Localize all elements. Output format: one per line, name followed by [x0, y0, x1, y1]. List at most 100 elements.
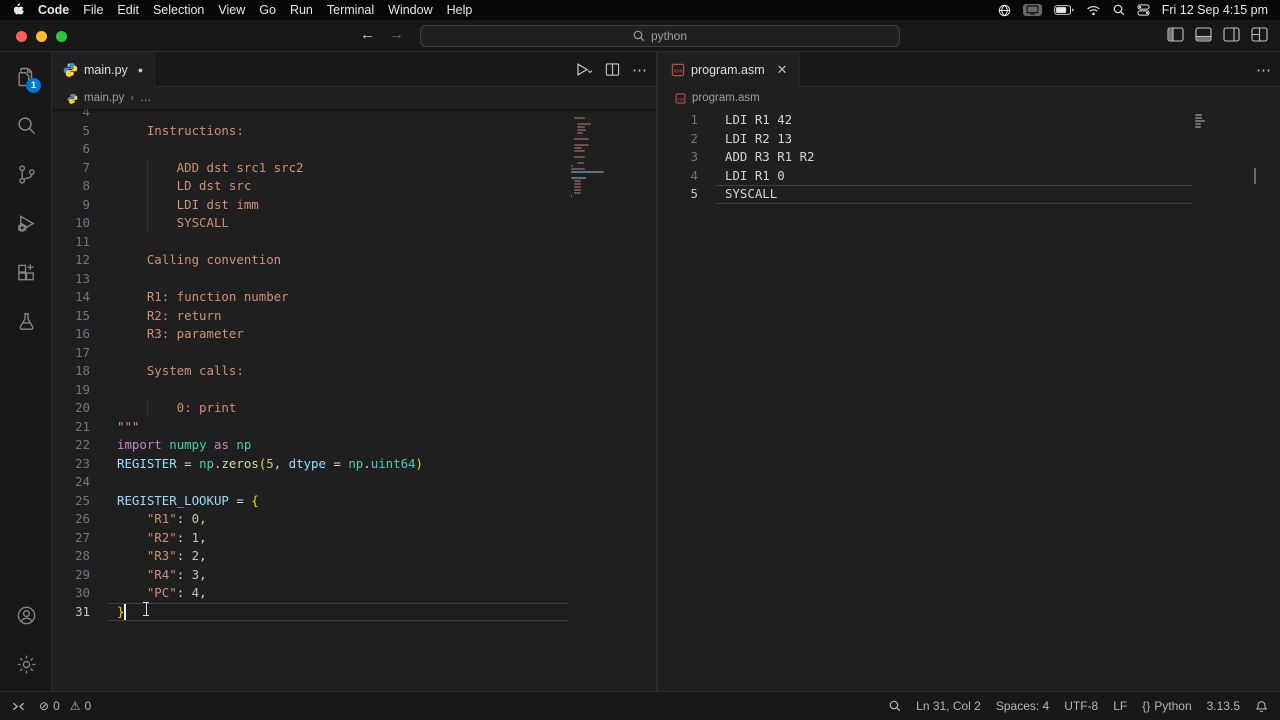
tab-program-asm[interactable]: asm program.asm ✕ — [660, 52, 800, 87]
breadcrumb-right[interactable]: asm program.asm — [660, 87, 1280, 109]
menu-edit[interactable]: Edit — [117, 3, 139, 17]
code-line[interactable]: 15 R2: return — [52, 307, 656, 326]
spotlight-icon[interactable] — [1113, 4, 1125, 16]
more-actions-icon[interactable]: ⋯ — [1256, 61, 1272, 79]
code-line[interactable]: 31} — [52, 602, 656, 621]
settings-button[interactable] — [0, 640, 52, 689]
code-line[interactable]: 13 — [52, 270, 656, 289]
eol-setting[interactable]: LF — [1113, 699, 1127, 713]
menu-view[interactable]: View — [218, 3, 245, 17]
code-line[interactable]: 30 "PC": 4, — [52, 584, 656, 603]
breadcrumb-left[interactable]: main.py › … — [52, 87, 656, 109]
menu-clock[interactable]: Fri 12 Sep 4:15 pm — [1162, 3, 1268, 17]
sidebar-item-run-debug[interactable] — [0, 199, 52, 248]
menu-app[interactable]: Code — [38, 3, 69, 17]
minimap-0[interactable] — [571, 114, 642, 198]
code-line[interactable]: 3 ADD R3 R1 R2 — [660, 148, 1280, 167]
menu-help[interactable]: Help — [447, 3, 473, 17]
sidebar-item-source-control[interactable] — [0, 150, 52, 199]
split-editor-icon[interactable] — [605, 62, 620, 77]
warnings-icon: ⚠ — [69, 699, 81, 713]
code-line[interactable]: 22 import numpy as np — [52, 436, 656, 455]
code-line[interactable]: 23 REGISTER = np.zeros(5, dtype = np.uint… — [52, 455, 656, 474]
more-actions-icon[interactable]: ⋯ — [632, 61, 648, 79]
sidebar-item-explorer[interactable]: 1 — [0, 52, 52, 101]
code-line[interactable]: 2 LDI R2 13 — [660, 130, 1280, 149]
go-forward-button[interactable]: → — [389, 26, 404, 43]
code-line[interactable]: 7 ADD dst src1 src2 — [52, 158, 656, 177]
customize-layout-icon[interactable] — [1251, 27, 1268, 42]
code-line[interactable]: 6 — [52, 140, 656, 159]
breadcrumb-file[interactable]: program.asm — [692, 92, 760, 104]
code-line[interactable]: 20 0: print — [52, 399, 656, 418]
wifi-icon[interactable] — [1086, 5, 1101, 16]
code-line[interactable]: 26 "R1": 0, — [52, 510, 656, 529]
notifications-bell-icon[interactable] — [1255, 700, 1268, 713]
code-line[interactable]: 14 R1: function number — [52, 288, 656, 307]
code-line[interactable]: 1 LDI R1 42 — [660, 111, 1280, 130]
remote-indicator[interactable] — [12, 700, 25, 713]
editor-right-viewport[interactable]: 1 LDI R1 42 2 LDI R2 13 3 ADD R3 R1 R2 4 LDI R1… — [660, 109, 1280, 691]
code-line[interactable]: 17 — [52, 344, 656, 363]
code-line[interactable]: 12 Calling convention — [52, 251, 656, 270]
code-line[interactable]: 9 LDI dst imm — [52, 195, 656, 214]
battery-icon[interactable] — [1053, 5, 1074, 15]
code-line[interactable]: 4 LDI R1 0 — [660, 167, 1280, 186]
account-button[interactable] — [0, 591, 52, 640]
python-interpreter[interactable]: 3.13.5 — [1207, 699, 1240, 713]
menu-selection[interactable]: Selection — [153, 3, 204, 17]
zoom-window-button[interactable] — [56, 31, 67, 42]
code-line[interactable]: 28 "R3": 2, — [52, 547, 656, 566]
code-line[interactable]: 11 — [52, 233, 656, 252]
toggle-secondary-sidebar-icon[interactable] — [1223, 27, 1240, 42]
minimap-1[interactable] — [1195, 114, 1266, 129]
cursor-position[interactable]: Ln 31, Col 2 — [916, 699, 981, 713]
editor-left-viewport[interactable]: 45 Instructions: 6 7 ADD dst src1 src2 8 LD… — [52, 109, 656, 691]
sidebar-item-search[interactable] — [0, 101, 52, 150]
code-line[interactable]: 16 R3: parameter — [52, 325, 656, 344]
code-line[interactable]: 4 — [52, 109, 656, 122]
code-line[interactable]: 18 System calls: — [52, 362, 656, 381]
command-center-search[interactable]: python — [420, 25, 900, 47]
control-center-icon[interactable] — [1137, 4, 1150, 16]
menu-run[interactable]: Run — [290, 3, 313, 17]
menu-file[interactable]: File — [83, 3, 103, 17]
line-number: 21 — [75, 418, 90, 434]
search-status-icon[interactable] — [889, 700, 901, 712]
code-line[interactable]: 29 "R4": 3, — [52, 566, 656, 585]
breadcrumb-file[interactable]: main.py — [84, 92, 124, 104]
code-line[interactable]: 5 Instructions: — [52, 122, 656, 141]
code-line[interactable]: 10 SYSCALL — [52, 214, 656, 233]
language-mode[interactable]: {} Python — [1142, 699, 1191, 713]
breadcrumb-symbol[interactable]: … — [140, 92, 152, 104]
macos-menu-bar: Code File Edit Selection View Go Run Ter… — [0, 0, 1280, 20]
toggle-primary-sidebar-icon[interactable] — [1167, 27, 1184, 42]
toggle-panel-icon[interactable] — [1195, 27, 1212, 42]
code-line[interactable]: 5 SYSCALL — [660, 185, 1280, 204]
menu-window[interactable]: Window — [388, 3, 432, 17]
minimize-window-button[interactable] — [36, 31, 47, 42]
menu-go[interactable]: Go — [259, 3, 276, 17]
menu-terminal[interactable]: Terminal — [327, 3, 374, 17]
go-back-button[interactable]: ← — [360, 26, 375, 43]
tab-main-py[interactable]: main.py ● — [52, 52, 156, 87]
problems-indicator[interactable]: ⊘ 0 ⚠ 0 — [39, 699, 91, 713]
encoding-setting[interactable]: UTF-8 — [1064, 699, 1098, 713]
code-line[interactable]: 8 LD dst src — [52, 177, 656, 196]
code-line[interactable]: 24 — [52, 473, 656, 492]
display-mirroring-icon[interactable] — [1022, 4, 1042, 16]
code-line[interactable]: 25 REGISTER_LOOKUP = { — [52, 492, 656, 511]
code-line[interactable]: 19 — [52, 381, 656, 400]
code-line[interactable]: 21 """ — [52, 418, 656, 437]
line-number: 3 — [690, 149, 698, 164]
sidebar-item-testing[interactable] — [0, 297, 52, 346]
indentation-setting[interactable]: Spaces: 4 — [996, 699, 1049, 713]
code-line[interactable]: 27 "R2": 1, — [52, 529, 656, 548]
unsaved-changes-dot[interactable]: ● — [138, 65, 143, 75]
apple-logo-icon[interactable] — [12, 3, 24, 17]
input-source-icon[interactable] — [998, 4, 1011, 17]
sidebar-item-extensions[interactable] — [0, 248, 52, 297]
run-python-file-button[interactable] — [575, 62, 593, 77]
close-tab-icon[interactable]: ✕ — [777, 62, 788, 78]
close-window-button[interactable] — [16, 31, 27, 42]
